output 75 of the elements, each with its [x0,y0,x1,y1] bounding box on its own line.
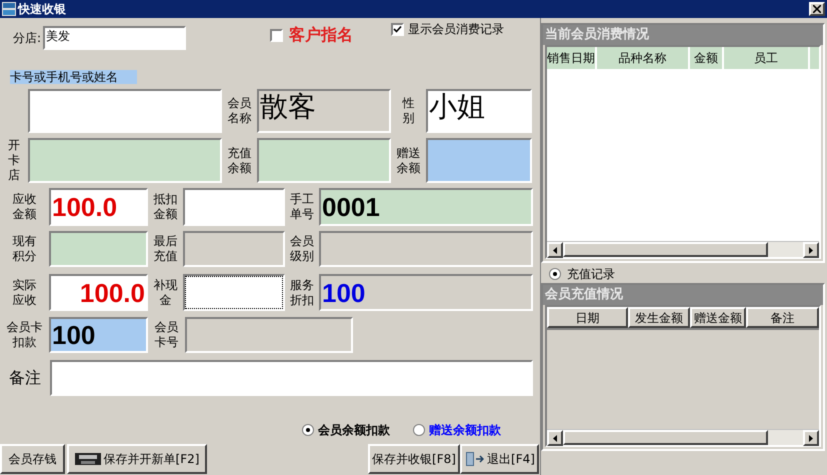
header-filler [810,47,819,69]
input-field[interactable] [28,138,222,183]
input-field[interactable] [49,231,148,267]
panel-header: 当前会员消费情况 [543,25,823,45]
field-label: 分店: [13,30,42,47]
field-label: 性 别 [402,96,414,126]
field-label: 开 卡 店 [8,138,20,183]
checkbox[interactable] [270,28,284,42]
field-label: 会员 名称 [228,96,252,126]
field-label: 现有 积分 [12,234,36,264]
input-field[interactable]: 0001 [319,188,533,226]
scroll-thumb[interactable] [563,430,768,445]
input-field[interactable]: 100.0 [49,274,148,311]
checkbox-label[interactable]: 显示会员消费记录 [408,20,504,38]
horizontal-scrollbar[interactable] [547,429,819,445]
field-label: 手工 单号 [290,192,314,222]
field-label: 最后 充值 [154,234,178,264]
radio-button[interactable] [302,424,314,436]
field-label: 实际 应收 [12,278,36,308]
scroll-thumb[interactable] [563,242,768,257]
window-title: 快速收银 [18,1,66,18]
field-label: 会员 级别 [290,234,314,264]
input-field[interactable] [183,231,285,267]
field-label: 会员 卡号 [154,320,178,350]
input-field[interactable]: 100 [319,274,533,311]
panel-header: 会员充值情况 [543,285,823,305]
field-label: 应收 金额 [12,192,36,222]
column-header[interactable]: 销售日期 [547,47,597,69]
close-button[interactable] [809,2,825,16]
door-exit-icon [464,451,484,467]
horizontal-scrollbar[interactable] [547,241,819,257]
field-label: 服务 折扣 [290,278,314,308]
column-header[interactable]: 品种名称 [597,47,690,69]
column-header[interactable]: 发生金额 [628,307,690,328]
action-button[interactable]: 保存并收银[F8] [368,444,460,474]
note-label: 备注 [9,367,41,389]
column-header[interactable]: 赠送金额 [690,307,746,328]
branch-field[interactable]: 美发 [43,26,186,50]
close-icon [813,5,821,13]
input-field[interactable]: 100 [49,317,148,353]
radio-label[interactable]: 充值记录 [567,264,615,282]
input-field[interactable] [319,231,533,267]
radio-label[interactable]: 会员余额扣款 [318,421,390,439]
radio-button[interactable] [549,268,561,280]
column-header[interactable]: 备注 [746,307,819,328]
note-field[interactable] [50,360,533,396]
field-label: 会员卡 扣款 [6,320,42,350]
input-field[interactable] [183,188,285,226]
input-field[interactable]: 散客 [257,89,391,133]
input-field[interactable] [426,138,532,183]
input-field[interactable] [28,89,222,133]
input-field[interactable]: 100.0 [49,188,148,226]
action-button[interactable]: 会员存钱 [0,444,65,474]
input-field[interactable]: 小姐 [426,89,532,133]
exit-button[interactable]: 退出[F4] [460,444,539,474]
scroll-left-icon[interactable] [547,242,563,258]
scroll-right-icon[interactable] [803,430,819,446]
column-header[interactable]: 金额 [690,47,724,69]
column-header[interactable]: 日期 [547,307,628,328]
field-label: 抵扣 金额 [154,192,178,222]
checkbox[interactable] [391,22,404,36]
column-header[interactable]: 员工 [724,47,810,69]
scroll-right-icon[interactable] [803,242,819,258]
input-field[interactable] [183,274,285,311]
save-button[interactable]: 保存并开新单[F2] [67,444,207,474]
radio-button[interactable] [413,424,425,436]
search-label: 卡号或手机号或姓名 [10,70,137,84]
field-label: 赠送 余额 [396,146,420,176]
app-icon [2,2,16,16]
input-field[interactable] [185,317,353,353]
radio-label[interactable]: 赠送余额扣款 [429,421,501,439]
scroll-left-icon[interactable] [547,430,563,446]
field-label: 充值 余额 [228,146,252,176]
input-field[interactable] [257,138,391,183]
field-label: 补现 金 [154,278,178,308]
